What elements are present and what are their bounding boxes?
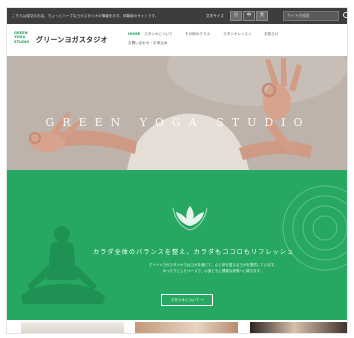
font-size-large-button[interactable]: 大 <box>256 11 268 21</box>
concept-description: グリーンヨガスタジオではヨガを通じて、心と体を整えるヨガを提供しています。 ゆっ… <box>93 262 333 274</box>
site-name[interactable]: グリーンヨガスタジオ <box>36 35 108 45</box>
concept-headline: カラダ全体のバランスを整え、カラダもココロもリフレッシュ <box>93 249 295 256</box>
site-notice: こちらは架空のお店、ちょっとハーブなヨガスタジオの情報を示す、体験版のサイトです… <box>12 14 159 18</box>
nav-item-classes[interactable]: その他のクラス <box>185 32 210 37</box>
concept-section: カラダ全体のバランスを整え、カラダもココロもリフレッシュ グリーンヨガスタジオで… <box>7 170 347 320</box>
thumbnail-image[interactable] <box>21 322 124 333</box>
hero-image: GREEN YOGA STUDIO <box>7 56 347 170</box>
font-size-small-button[interactable]: 小 <box>230 11 242 21</box>
logo-line: STUDIO <box>14 39 30 44</box>
site-header: GREEN YOGA STUDIO グリーンヨガスタジオ HOME スタジオにつ… <box>7 24 347 56</box>
nav-item-contact[interactable]: お問い合わせ・お申込み <box>128 41 168 46</box>
class-thumbnails <box>7 320 347 333</box>
meditation-hands-illustration <box>7 56 347 170</box>
font-size-medium-button[interactable]: 中 <box>243 11 255 21</box>
site-search-input[interactable]: サイト内検索 <box>283 11 339 21</box>
nav-item-studio[interactable]: スタジオについて <box>144 32 173 37</box>
lotus-icon <box>176 206 204 226</box>
about-studio-button[interactable]: スタジオについて → <box>161 294 213 306</box>
nav-item-lessons[interactable]: スタジオレッスン <box>223 32 252 37</box>
thumbnail-image[interactable] <box>250 322 347 333</box>
font-size-label: 文字サイズ <box>206 14 224 18</box>
search-icon[interactable] <box>343 12 347 18</box>
hero-title: GREEN YOGA STUDIO <box>45 116 311 129</box>
description-line: ゆったりとしたペースで、心身ともに健康な状態へと導きます。 <box>162 269 264 273</box>
logo-mark[interactable]: GREEN YOGA STUDIO <box>14 31 32 44</box>
browser-viewport: こちらは架空のお店、ちょっとハーブなヨガスタジオの情報を示す、体験版のサイトです… <box>6 7 348 334</box>
nav-item-home[interactable]: HOME <box>128 32 140 36</box>
utility-bar: こちらは架空のお店、ちょっとハーブなヨガスタジオの情報を示す、体験版のサイトです… <box>7 8 347 24</box>
thumbnail-image[interactable] <box>135 322 238 333</box>
nav-item-news[interactable]: お知らせ <box>264 32 278 37</box>
